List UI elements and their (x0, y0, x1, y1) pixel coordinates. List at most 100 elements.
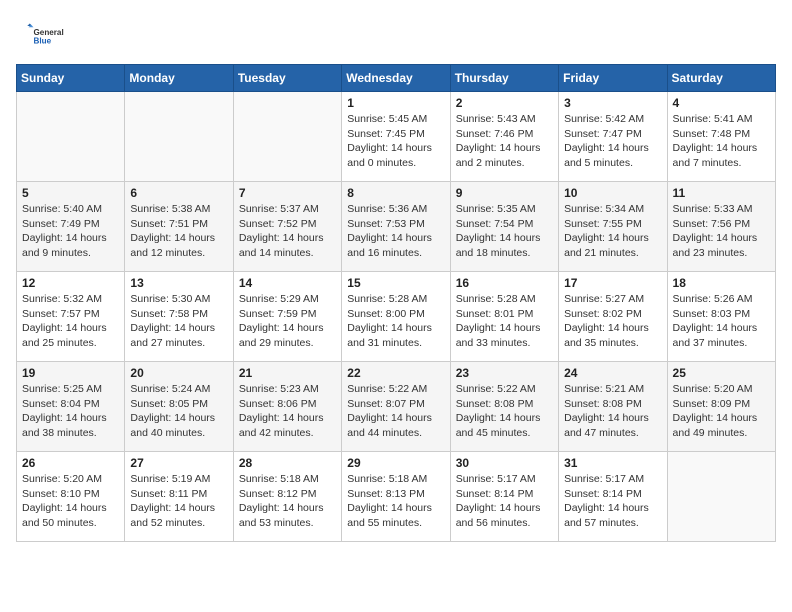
day-number: 10 (564, 186, 661, 200)
day-number: 16 (456, 276, 553, 290)
day-info: Sunrise: 5:34 AMSunset: 7:55 PMDaylight:… (564, 202, 661, 261)
day-number: 13 (130, 276, 227, 290)
day-info: Sunrise: 5:35 AMSunset: 7:54 PMDaylight:… (456, 202, 553, 261)
day-number: 30 (456, 456, 553, 470)
weekday-header-sunday: Sunday (17, 65, 125, 92)
day-number: 20 (130, 366, 227, 380)
day-info: Sunrise: 5:18 AMSunset: 8:12 PMDaylight:… (239, 472, 336, 531)
logo: General Blue (16, 16, 66, 56)
day-number: 8 (347, 186, 444, 200)
day-number: 18 (673, 276, 770, 290)
calendar-cell: 21 Sunrise: 5:23 AMSunset: 8:06 PMDayligh… (233, 362, 341, 452)
day-info: Sunrise: 5:20 AMSunset: 8:10 PMDaylight:… (22, 472, 119, 531)
calendar-cell: 17 Sunrise: 5:27 AMSunset: 8:02 PMDayligh… (559, 272, 667, 362)
day-number: 27 (130, 456, 227, 470)
calendar-cell: 20 Sunrise: 5:24 AMSunset: 8:05 PMDayligh… (125, 362, 233, 452)
day-info: Sunrise: 5:41 AMSunset: 7:48 PMDaylight:… (673, 112, 770, 171)
day-info: Sunrise: 5:36 AMSunset: 7:53 PMDaylight:… (347, 202, 444, 261)
day-number: 14 (239, 276, 336, 290)
day-number: 7 (239, 186, 336, 200)
day-info: Sunrise: 5:22 AMSunset: 8:08 PMDaylight:… (456, 382, 553, 441)
weekday-header-saturday: Saturday (667, 65, 775, 92)
day-info: Sunrise: 5:24 AMSunset: 8:05 PMDaylight:… (130, 382, 227, 441)
day-info: Sunrise: 5:17 AMSunset: 8:14 PMDaylight:… (564, 472, 661, 531)
calendar-cell: 30 Sunrise: 5:17 AMSunset: 8:14 PMDayligh… (450, 452, 558, 542)
calendar-cell: 10 Sunrise: 5:34 AMSunset: 7:55 PMDayligh… (559, 182, 667, 272)
day-info: Sunrise: 5:25 AMSunset: 8:04 PMDaylight:… (22, 382, 119, 441)
day-number: 28 (239, 456, 336, 470)
calendar-cell (125, 92, 233, 182)
calendar-cell: 31 Sunrise: 5:17 AMSunset: 8:14 PMDayligh… (559, 452, 667, 542)
calendar-cell: 9Sunrise: 5:35 AMSunset: 7:54 PMDaylight… (450, 182, 558, 272)
calendar-cell: 14 Sunrise: 5:29 AMSunset: 7:59 PMDayligh… (233, 272, 341, 362)
day-number: 22 (347, 366, 444, 380)
calendar-week-row: 5 Sunrise: 5:40 AMSunset: 7:49 PMDaylight… (17, 182, 776, 272)
calendar-cell: 4 Sunrise: 5:41 AMSunset: 7:48 PMDaylight… (667, 92, 775, 182)
calendar-week-row: 1 Sunrise: 5:45 AMSunset: 7:45 PMDaylight… (17, 92, 776, 182)
calendar-cell: 1 Sunrise: 5:45 AMSunset: 7:45 PMDaylight… (342, 92, 450, 182)
calendar-cell: 8 Sunrise: 5:36 AMSunset: 7:53 PMDaylight… (342, 182, 450, 272)
calendar-cell (17, 92, 125, 182)
weekday-header-wednesday: Wednesday (342, 65, 450, 92)
day-info: Sunrise: 5:27 AMSunset: 8:02 PMDaylight:… (564, 292, 661, 351)
day-info: Sunrise: 5:29 AMSunset: 7:59 PMDaylight:… (239, 292, 336, 351)
weekday-header-thursday: Thursday (450, 65, 558, 92)
day-number: 6 (130, 186, 227, 200)
weekday-header-row: SundayMondayTuesdayWednesdayThursdayFrid… (17, 65, 776, 92)
day-info: Sunrise: 5:40 AMSunset: 7:49 PMDaylight:… (22, 202, 119, 261)
day-number: 3 (564, 96, 661, 110)
calendar-cell (233, 92, 341, 182)
day-number: 15 (347, 276, 444, 290)
day-number: 24 (564, 366, 661, 380)
weekday-header-monday: Monday (125, 65, 233, 92)
calendar-cell: 3 Sunrise: 5:42 AMSunset: 7:47 PMDaylight… (559, 92, 667, 182)
calendar-cell: 22 Sunrise: 5:22 AMSunset: 8:07 PMDayligh… (342, 362, 450, 452)
calendar-cell (667, 452, 775, 542)
calendar-cell: 12 Sunrise: 5:32 AMSunset: 7:57 PMDayligh… (17, 272, 125, 362)
day-number: 4 (673, 96, 770, 110)
day-number: 26 (22, 456, 119, 470)
page-header: General Blue (16, 16, 776, 56)
calendar-cell: 16 Sunrise: 5:28 AMSunset: 8:01 PMDayligh… (450, 272, 558, 362)
calendar-cell: 24Sunrise: 5:21 AMSunset: 8:08 PMDayligh… (559, 362, 667, 452)
day-info: Sunrise: 5:17 AMSunset: 8:14 PMDaylight:… (456, 472, 553, 531)
day-number: 31 (564, 456, 661, 470)
calendar-cell: 23 Sunrise: 5:22 AMSunset: 8:08 PMDayligh… (450, 362, 558, 452)
day-number: 11 (673, 186, 770, 200)
day-number: 12 (22, 276, 119, 290)
day-info: Sunrise: 5:22 AMSunset: 8:07 PMDaylight:… (347, 382, 444, 441)
day-number: 1 (347, 96, 444, 110)
day-info: Sunrise: 5:28 AMSunset: 8:01 PMDaylight:… (456, 292, 553, 351)
day-info: Sunrise: 5:30 AMSunset: 7:58 PMDaylight:… (130, 292, 227, 351)
weekday-header-tuesday: Tuesday (233, 65, 341, 92)
day-number: 23 (456, 366, 553, 380)
day-info: Sunrise: 5:28 AMSunset: 8:00 PMDaylight:… (347, 292, 444, 351)
calendar-cell: 27Sunrise: 5:19 AMSunset: 8:11 PMDayligh… (125, 452, 233, 542)
calendar-cell: 7 Sunrise: 5:37 AMSunset: 7:52 PMDaylight… (233, 182, 341, 272)
calendar-week-row: 12 Sunrise: 5:32 AMSunset: 7:57 PMDayligh… (17, 272, 776, 362)
calendar-cell: 2Sunrise: 5:43 AMSunset: 7:46 PMDaylight… (450, 92, 558, 182)
day-number: 19 (22, 366, 119, 380)
calendar-cell: 13 Sunrise: 5:30 AMSunset: 7:58 PMDayligh… (125, 272, 233, 362)
weekday-header-friday: Friday (559, 65, 667, 92)
day-info: Sunrise: 5:20 AMSunset: 8:09 PMDaylight:… (673, 382, 770, 441)
day-info: Sunrise: 5:26 AMSunset: 8:03 PMDaylight:… (673, 292, 770, 351)
day-number: 21 (239, 366, 336, 380)
day-info: Sunrise: 5:23 AMSunset: 8:06 PMDaylight:… (239, 382, 336, 441)
day-info: Sunrise: 5:38 AMSunset: 7:51 PMDaylight:… (130, 202, 227, 261)
calendar-cell: 11Sunrise: 5:33 AMSunset: 7:56 PMDayligh… (667, 182, 775, 272)
day-number: 5 (22, 186, 119, 200)
day-info: Sunrise: 5:32 AMSunset: 7:57 PMDaylight:… (22, 292, 119, 351)
svg-text:Blue: Blue (34, 37, 52, 46)
day-info: Sunrise: 5:37 AMSunset: 7:52 PMDaylight:… (239, 202, 336, 261)
calendar-cell: 18 Sunrise: 5:26 AMSunset: 8:03 PMDayligh… (667, 272, 775, 362)
day-info: Sunrise: 5:43 AMSunset: 7:46 PMDaylight:… (456, 112, 553, 171)
day-number: 29 (347, 456, 444, 470)
svg-text:General: General (34, 28, 64, 37)
day-number: 25 (673, 366, 770, 380)
calendar-cell: 29Sunrise: 5:18 AMSunset: 8:13 PMDayligh… (342, 452, 450, 542)
day-info: Sunrise: 5:42 AMSunset: 7:47 PMDaylight:… (564, 112, 661, 171)
calendar-cell: 15 Sunrise: 5:28 AMSunset: 8:00 PMDayligh… (342, 272, 450, 362)
day-info: Sunrise: 5:45 AMSunset: 7:45 PMDaylight:… (347, 112, 444, 171)
day-number: 17 (564, 276, 661, 290)
